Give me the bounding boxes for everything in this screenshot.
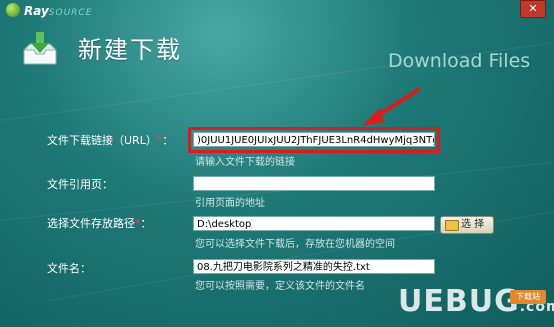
referer-label: 文件引用页： <box>47 178 113 191</box>
brand-main-text: Ray <box>24 4 49 18</box>
save-path-label-text: 选择文件存放路径 <box>47 217 135 230</box>
save-path-hint: 您可以选择文件下载后，存放在您机器的空间 <box>195 239 395 250</box>
download-tray-icon <box>23 32 57 65</box>
download-dialog: RaySOURCE ✕ 新建下载 Download Files 文件下载链接（U… <box>0 0 554 327</box>
close-icon: ✕ <box>528 2 538 15</box>
annotation-arrow-icon <box>362 88 420 126</box>
referer-hint: 引用页面的地址 <box>195 198 265 209</box>
save-path-input[interactable]: D:\desktop <box>193 216 435 231</box>
url-label-colon: ： <box>162 134 174 147</box>
browse-button-label: 选 择 <box>461 219 485 230</box>
filename-input[interactable]: 08.九把刀电影院系列之精准的失控.txt <box>193 259 435 274</box>
url-label: 文件下载链接（URL）*： <box>47 132 173 148</box>
save-path-label-colon: ： <box>140 217 152 230</box>
browse-button[interactable]: 选 择 <box>440 216 494 234</box>
filename-hint: 您可以按照需要，定义该文件的文件名 <box>195 281 365 292</box>
watermark-badge: 下载站 <box>510 290 546 304</box>
dialog-title: 新建下载 <box>78 36 182 64</box>
dialog-title-english: Download Files <box>388 50 531 72</box>
brand-sub-text: SOURCE <box>48 8 93 18</box>
url-label-text: 文件下载链接（URL） <box>47 134 157 147</box>
url-hint: 请输入文件下载的链接 <box>195 157 295 168</box>
folder-icon <box>445 220 459 231</box>
title-bar: RaySOURCE ✕ <box>0 0 554 22</box>
app-logo-icon <box>6 3 20 17</box>
save-path-label: 选择文件存放路径*： <box>47 215 152 231</box>
filename-label: 文件名： <box>47 262 91 275</box>
close-button[interactable]: ✕ <box>520 0 546 18</box>
referer-input[interactable] <box>193 176 435 191</box>
brand-logo: RaySOURCE <box>24 2 92 20</box>
watermark-text: UEBUG <box>398 284 520 319</box>
